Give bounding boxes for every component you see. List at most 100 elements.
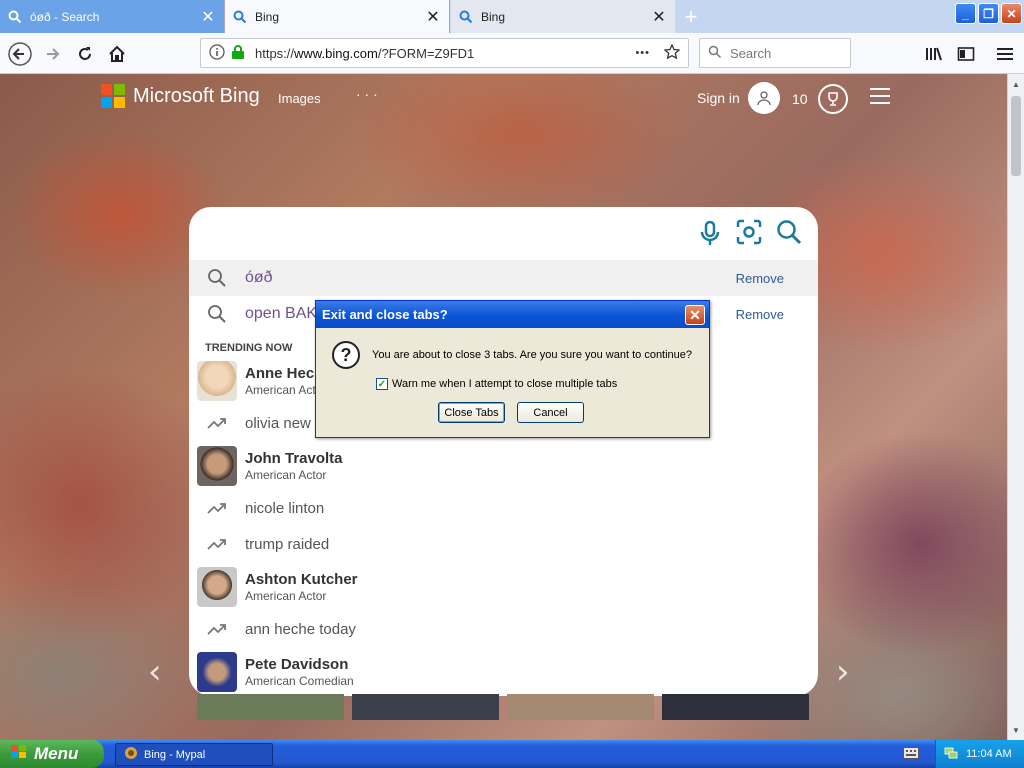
tab-bing[interactable]: Bing ✕: [451, 0, 675, 33]
trending-text: ann heche today: [245, 620, 356, 638]
trending-person[interactable]: Ashton Kutcher American Actor: [197, 567, 358, 607]
star-icon[interactable]: [663, 42, 681, 63]
news-thumbnail-strip: [197, 694, 809, 720]
browser-search-box[interactable]: Search: [699, 38, 851, 68]
tab-bing-active[interactable]: Bing ✕: [224, 0, 450, 33]
plus-icon[interactable]: +: [678, 4, 704, 30]
reload-icon[interactable]: [72, 41, 98, 67]
info-icon[interactable]: [209, 43, 225, 63]
trending-icon: [207, 501, 229, 515]
home-icon[interactable]: [104, 41, 130, 67]
search-icon[interactable]: [776, 219, 802, 250]
window-controls: _ ❐ ✕: [955, 3, 1022, 24]
system-tray: 11:04 AM: [935, 740, 1024, 768]
bing-search-input[interactable]: [209, 217, 689, 251]
cancel-button[interactable]: Cancel: [517, 402, 584, 423]
warn-checkbox-row[interactable]: ✓ Warn me when I attempt to close multip…: [376, 378, 617, 390]
scroll-down-icon[interactable]: ▼: [1008, 722, 1024, 738]
chevron-right-icon[interactable]: ›: [836, 652, 850, 692]
browser-titlebar: óøð - Search ✕ Bing ✕ Bing ✕ + _ ❐ ✕: [0, 0, 1024, 33]
url-prefix: https://: [255, 45, 295, 61]
person-name: Anne Hec: [245, 364, 315, 382]
tab-search[interactable]: óøð - Search ✕: [0, 0, 224, 33]
news-thumbnail[interactable]: [352, 694, 499, 720]
url-host: www.bing.com: [294, 45, 378, 61]
keyboard-icon[interactable]: [903, 747, 919, 762]
library-icon[interactable]: [921, 41, 947, 67]
clock[interactable]: 11:04 AM: [966, 748, 1012, 760]
network-icon[interactable]: [944, 746, 958, 763]
microsoft-logo-icon: [101, 84, 125, 108]
news-thumbnail[interactable]: [507, 694, 654, 720]
remove-link[interactable]: Remove: [736, 271, 784, 286]
close-icon[interactable]: ✕: [200, 9, 216, 26]
start-button[interactable]: Menu: [0, 740, 104, 768]
minimize-button[interactable]: _: [955, 3, 976, 24]
trending-term[interactable]: ann heche today: [207, 614, 356, 644]
nav-images[interactable]: Images: [278, 91, 321, 106]
recent-search-text: óøð: [245, 269, 273, 286]
person-name: John Travolta: [245, 449, 343, 467]
trending-person[interactable]: Anne Hec American Act: [197, 361, 316, 401]
bing-logo[interactable]: Microsoft Bing: [101, 84, 260, 108]
person-photo: [197, 567, 237, 607]
scroll-up-icon[interactable]: ▲: [1008, 76, 1024, 92]
close-tabs-dialog: Exit and close tabs? ✕ ? You are about t…: [315, 300, 710, 438]
trending-term[interactable]: olivia new: [207, 408, 311, 438]
trending-person[interactable]: John Travolta American Actor: [197, 446, 343, 486]
taskbar: Menu Bing - Mypal 11:04 AM: [0, 740, 1024, 768]
sidebar-icon[interactable]: [953, 41, 979, 67]
maximize-button[interactable]: ❐: [978, 3, 999, 24]
microphone-icon[interactable]: [698, 219, 722, 250]
search-icon: [207, 304, 229, 324]
search-icon: [459, 10, 473, 24]
address-bar[interactable]: https://www.bing.com/?FORM=Z9FD1 •••: [200, 38, 689, 68]
taskbar-window-item[interactable]: Bing - Mypal: [115, 743, 273, 766]
close-tabs-button[interactable]: Close Tabs: [438, 402, 505, 423]
remove-link[interactable]: Remove: [736, 307, 784, 322]
visual-search-icon[interactable]: [736, 219, 762, 250]
trending-icon: [207, 416, 229, 430]
navigation-toolbar: https://www.bing.com/?FORM=Z9FD1 ••• Sea…: [0, 33, 1024, 74]
person-name: Pete Davidson: [245, 655, 349, 673]
tab-label: Bing: [255, 9, 280, 24]
warn-checkbox-label: Warn me when I attempt to close multiple…: [392, 378, 618, 390]
news-thumbnail[interactable]: [662, 694, 809, 720]
trending-heading: TRENDING NOW: [205, 342, 293, 354]
dialog-title: Exit and close tabs?: [316, 301, 709, 328]
window-close-button[interactable]: ✕: [1001, 3, 1022, 24]
search-actions: [698, 219, 802, 250]
nav-more[interactable]: · · ·: [356, 86, 378, 102]
page-actions-icon[interactable]: •••: [635, 47, 650, 59]
close-icon[interactable]: ✕: [685, 305, 705, 325]
search-icon: [233, 10, 247, 24]
news-thumbnail[interactable]: [197, 694, 344, 720]
lock-icon: [231, 44, 245, 63]
close-icon[interactable]: ✕: [425, 9, 441, 26]
person-photo: [197, 652, 237, 692]
warn-checkbox[interactable]: ✓: [376, 378, 388, 390]
recent-search-item[interactable]: óøð Remove: [189, 260, 818, 296]
forward-icon[interactable]: [40, 41, 66, 67]
page-scrollbar[interactable]: ▲ ▼: [1007, 74, 1024, 740]
chevron-left-icon[interactable]: ‹: [148, 652, 162, 692]
trending-person[interactable]: Pete Davidson American Comedian: [197, 652, 354, 692]
bing-menu-icon[interactable]: [870, 88, 890, 104]
recent-search-text: open BAK: [245, 305, 318, 322]
person-subtitle: American Comedian: [245, 673, 354, 688]
rewards-count: 10: [792, 91, 808, 107]
close-icon[interactable]: ✕: [651, 9, 667, 26]
person-photo: [197, 446, 237, 486]
menu-icon[interactable]: [992, 41, 1018, 67]
trending-term[interactable]: nicole linton: [207, 493, 324, 523]
logo-text: Microsoft Bing: [133, 84, 260, 107]
trending-icon: [207, 622, 229, 636]
start-label: Menu: [34, 744, 79, 763]
trophy-icon: [817, 84, 848, 114]
trending-term[interactable]: trump raided: [207, 529, 329, 559]
rewards-button[interactable]: 10: [792, 84, 848, 114]
scrollbar-thumb[interactable]: [1011, 96, 1021, 176]
url-text[interactable]: https://www.bing.com/?FORM=Z9FD1: [255, 46, 635, 61]
back-icon[interactable]: [7, 41, 33, 67]
sign-in-button[interactable]: Sign in: [697, 82, 780, 114]
